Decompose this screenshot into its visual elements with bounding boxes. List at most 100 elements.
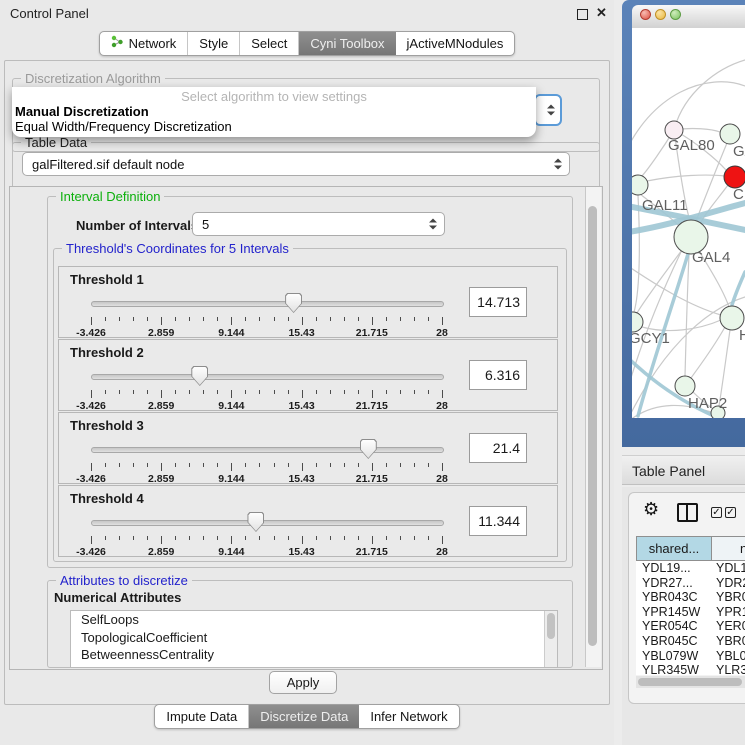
network-node[interactable] <box>675 376 695 396</box>
threshold-value-field[interactable]: 14.713 <box>469 287 527 317</box>
threshold-label: Threshold 2 <box>70 345 144 360</box>
dropdown-option[interactable]: Equal Width/Frequency Discretization <box>12 119 536 134</box>
horizontal-scrollbar[interactable] <box>636 676 745 688</box>
slider-tick-label: 9.144 <box>218 546 244 558</box>
slider-thumb[interactable] <box>285 293 302 313</box>
slider-tick <box>316 463 317 467</box>
slider-tick <box>400 390 401 394</box>
numerical-attributes-list[interactable]: SelfLoopsTopologicalCoefficientBetweenne… <box>70 610 558 668</box>
threshold-value-field[interactable]: 11.344 <box>469 506 527 536</box>
vertical-scrollbar-thumb[interactable] <box>588 206 597 646</box>
threshold-slider[interactable]: -3.4262.8599.14415.4321.71528 <box>91 512 444 554</box>
float-window-icon[interactable] <box>577 9 588 20</box>
slider-tick <box>245 463 246 467</box>
slider-thumb[interactable] <box>247 512 264 532</box>
slider-tick <box>203 463 204 467</box>
cell-name: YBR0 <box>712 634 745 649</box>
slider-tick <box>274 536 275 540</box>
table-row[interactable]: YDL19...YDL1 <box>636 561 745 576</box>
slider-tick <box>344 536 345 540</box>
tab-infer-network[interactable]: Infer Network <box>359 705 458 728</box>
slider-tick <box>386 317 387 321</box>
checkbox-checked-icon[interactable]: ✓ <box>725 507 736 518</box>
threshold-value-field[interactable]: 21.4 <box>469 433 527 463</box>
gear-icon[interactable]: ⚙ <box>643 499 659 520</box>
table-row[interactable]: YBR045CYBR0 <box>636 634 745 649</box>
slider-tick-label: 2.859 <box>148 327 174 339</box>
slider-tick <box>147 536 148 540</box>
cell-shared-name: YBR045C <box>636 634 712 649</box>
slider-tick <box>442 536 443 544</box>
slider-tick <box>386 463 387 467</box>
horizontal-scrollbar-thumb[interactable] <box>638 678 742 686</box>
threshold-slider[interactable]: -3.4262.8599.14415.4321.71528 <box>91 439 444 481</box>
apply-button[interactable]: Apply <box>269 671 337 694</box>
tab-discretize-data[interactable]: Discretize Data <box>249 705 359 728</box>
slider-tick <box>91 536 92 544</box>
slider-tick <box>330 317 331 321</box>
slider-tick-label: 9.144 <box>218 400 244 412</box>
slider-tick-label: 9.144 <box>218 327 244 339</box>
cell-name: YDR2 <box>712 576 745 591</box>
slider-track[interactable] <box>91 520 444 526</box>
table-row[interactable]: YDR27...YDR2 <box>636 576 745 591</box>
slider-tick <box>231 463 232 471</box>
tab-cyni-toolbox[interactable]: Cyni Toolbox <box>299 32 395 55</box>
slider-track[interactable] <box>91 301 444 307</box>
table-rows[interactable]: YDL19...YDL1YDR27...YDR2YBR043CYBR0YPR14… <box>636 561 745 675</box>
slider-tick-label: 15.43 <box>288 327 314 339</box>
network-canvas[interactable]: GAL80GALCGAL11GAL4GCY1HHAP2 <box>622 0 745 447</box>
combo-arrows-icon <box>429 219 437 230</box>
network-node[interactable] <box>623 312 643 332</box>
network-node[interactable] <box>628 175 648 195</box>
close-icon[interactable]: ✕ <box>596 5 607 21</box>
slider-tick <box>358 317 359 321</box>
attribute-list-item[interactable]: SelfLoops <box>71 611 557 629</box>
table-row[interactable]: YER054CYER0 <box>636 619 745 634</box>
slider-tick <box>330 390 331 394</box>
tab-select[interactable]: Select <box>240 32 299 55</box>
slider-track[interactable] <box>91 374 444 380</box>
column-header-name[interactable]: na <box>712 536 745 561</box>
cell-name: YPR1 <box>712 605 745 620</box>
slider-track[interactable] <box>91 447 444 453</box>
threshold-slider[interactable]: -3.4262.8599.14415.4321.71528 <box>91 366 444 408</box>
slider-thumb[interactable] <box>360 439 377 459</box>
slider-tick <box>231 390 232 398</box>
tab-impute-data[interactable]: Impute Data <box>155 705 249 728</box>
tab-label: Impute Data <box>166 705 237 728</box>
table-row[interactable]: YPR145WYPR1 <box>636 605 745 620</box>
slider-tick <box>217 463 218 467</box>
column-header-shared[interactable]: shared... <box>636 536 712 561</box>
network-node[interactable] <box>724 166 745 188</box>
threshold-value-field[interactable]: 6.316 <box>469 360 527 390</box>
slider-tick <box>147 463 148 467</box>
number-of-intervals-combobox[interactable]: 5 <box>192 212 445 236</box>
algorithm-combobox[interactable] <box>534 94 562 126</box>
attribute-list-item[interactable]: TopologicalCoefficient <box>71 629 557 647</box>
cell-name: YDL1 <box>712 561 745 576</box>
table-row[interactable]: YBR043CYBR0 <box>636 590 745 605</box>
tab-network[interactable]: Network <box>100 32 189 55</box>
table-row[interactable]: YBL079WYBL0 <box>636 649 745 664</box>
table-data-combobox[interactable]: galFiltered.sif default node <box>22 152 570 176</box>
threshold-row: Threshold 1-3.4262.8599.14415.4321.71528… <box>58 266 558 338</box>
slider-tick <box>133 463 134 467</box>
tab-style[interactable]: Style <box>188 32 240 55</box>
slider-thumb[interactable] <box>191 366 208 386</box>
slider-tick <box>105 317 106 321</box>
slider-tick-label: -3.426 <box>76 327 106 339</box>
network-view-window[interactable]: GAL80GALCGAL11GAL4GCY1HHAP2 <box>622 0 745 447</box>
tab-jactivemnodules[interactable]: jActiveMNodules <box>396 32 515 55</box>
list-scrollbar[interactable] <box>544 611 557 667</box>
threshold-slider[interactable]: -3.4262.8599.14415.4321.71528 <box>91 293 444 335</box>
slider-tick-label: -3.426 <box>76 400 106 412</box>
dropdown-option[interactable]: Manual Discretization <box>12 104 536 119</box>
attribute-list-item[interactable]: BetweennessCentrality <box>71 646 557 664</box>
table-row[interactable]: YLR345WYLR3 <box>636 663 745 675</box>
slider-tick <box>175 317 176 321</box>
checkbox-checked-icon[interactable]: ✓ <box>711 507 722 518</box>
slider-tick <box>105 536 106 540</box>
split-column-icon[interactable] <box>677 503 698 522</box>
network-node[interactable] <box>720 124 740 144</box>
